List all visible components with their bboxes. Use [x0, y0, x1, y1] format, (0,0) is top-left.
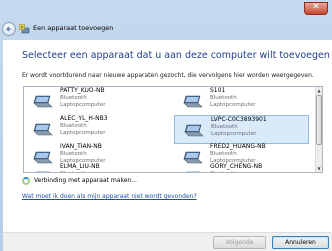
device-category: Laptopcomputer — [60, 130, 106, 136]
scroll-down-arrow-icon[interactable]: ▼ — [316, 165, 322, 172]
device-type: Bluetooth — [210, 151, 237, 157]
add-device-window: ✕ Een apparaat toevoegen Selecteer een a… — [0, 0, 332, 251]
device-name: S101 — [210, 87, 226, 94]
content-pane: Selecteer een apparaat dat u aan deze co… — [3, 40, 332, 232]
next-button[interactable]: Volgende — [213, 236, 266, 249]
laptop-icon — [35, 171, 51, 172]
laptop-icon — [185, 171, 201, 172]
add-device-icon — [19, 24, 30, 34]
scroll-thumb[interactable] — [316, 95, 322, 145]
device-item-lvpc-c0c3893901[interactable]: LVPC-C0C3893901 Bluetooth Laptopcomputer — [174, 115, 309, 144]
button-bar: Volgende Annuleren — [3, 232, 332, 251]
device-name: PATTY_KUO-NB — [60, 87, 105, 94]
window-title: Een apparaat toevoegen — [33, 24, 114, 32]
laptop-icon — [183, 95, 203, 108]
close-icon: ✕ — [312, 2, 320, 12]
device-list[interactable]: PATTY_KUO-NB Bluetooth Laptopcomputer S1… — [23, 86, 323, 173]
device-item-patty-kuo-nb[interactable]: PATTY_KUO-NB Bluetooth Laptopcomputer — [24, 87, 159, 116]
device-category: Laptopcomputer — [210, 102, 256, 108]
back-arrow-icon — [6, 26, 11, 32]
cancel-button[interactable]: Annuleren — [272, 236, 329, 249]
device-type: Bluetooth — [210, 95, 237, 101]
close-button[interactable]: ✕ — [304, 2, 328, 15]
laptop-icon — [33, 123, 53, 136]
device-type: Bluetooth — [60, 95, 87, 101]
device-name: LVPC-C0C3893901 — [211, 116, 267, 123]
scroll-up-arrow-icon[interactable]: ▲ — [316, 87, 322, 94]
device-item-elma-liu-nb[interactable]: ELMA_LIU-NB Bluetooth — [24, 163, 159, 172]
device-item-alec-yl-h-nb3[interactable]: ALEC_YL_H-NB3 Bluetooth Laptopcomputer — [24, 115, 159, 144]
device-name: IVAN_TIAN-NB — [60, 143, 102, 150]
device-item-gory-cheng-nb[interactable]: GORY_CHENG-NB Bluetooth — [174, 163, 309, 172]
title-bar: Een apparaat toevoegen — [0, 0, 300, 38]
device-category: Laptopcomputer — [60, 102, 106, 108]
device-list-scrollbar[interactable]: ▲ ▼ — [315, 87, 322, 172]
device-item-s101[interactable]: S101 Bluetooth Laptopcomputer — [174, 87, 309, 116]
device-name: FRED2_HUANG-NB — [210, 143, 266, 150]
back-button[interactable] — [2, 22, 16, 36]
laptop-icon — [184, 124, 204, 137]
status-text: Verbinding met apparaat maken... — [34, 177, 137, 184]
device-type: Bluetooth — [210, 171, 237, 172]
device-type: Bluetooth — [60, 171, 87, 172]
device-name: GORY_CHENG-NB — [210, 163, 263, 170]
device-type: Bluetooth — [60, 123, 87, 129]
device-type: Bluetooth — [211, 124, 238, 130]
page-heading: Selecteer een apparaat dat u aan deze co… — [22, 50, 330, 61]
busy-spinner-icon — [22, 177, 30, 185]
description-text: Er wordt voortdurend naar nieuwe apparat… — [22, 72, 314, 79]
device-type: Bluetooth — [60, 151, 87, 157]
laptop-icon — [33, 95, 53, 108]
device-category: Laptopcomputer — [211, 131, 257, 137]
device-name: ALEC_YL_H-NB3 — [60, 115, 108, 122]
device-name: ELMA_LIU-NB — [60, 163, 100, 170]
device-not-found-help-link[interactable]: Wat moet ik doen als mijn apparaat niet … — [22, 193, 197, 200]
